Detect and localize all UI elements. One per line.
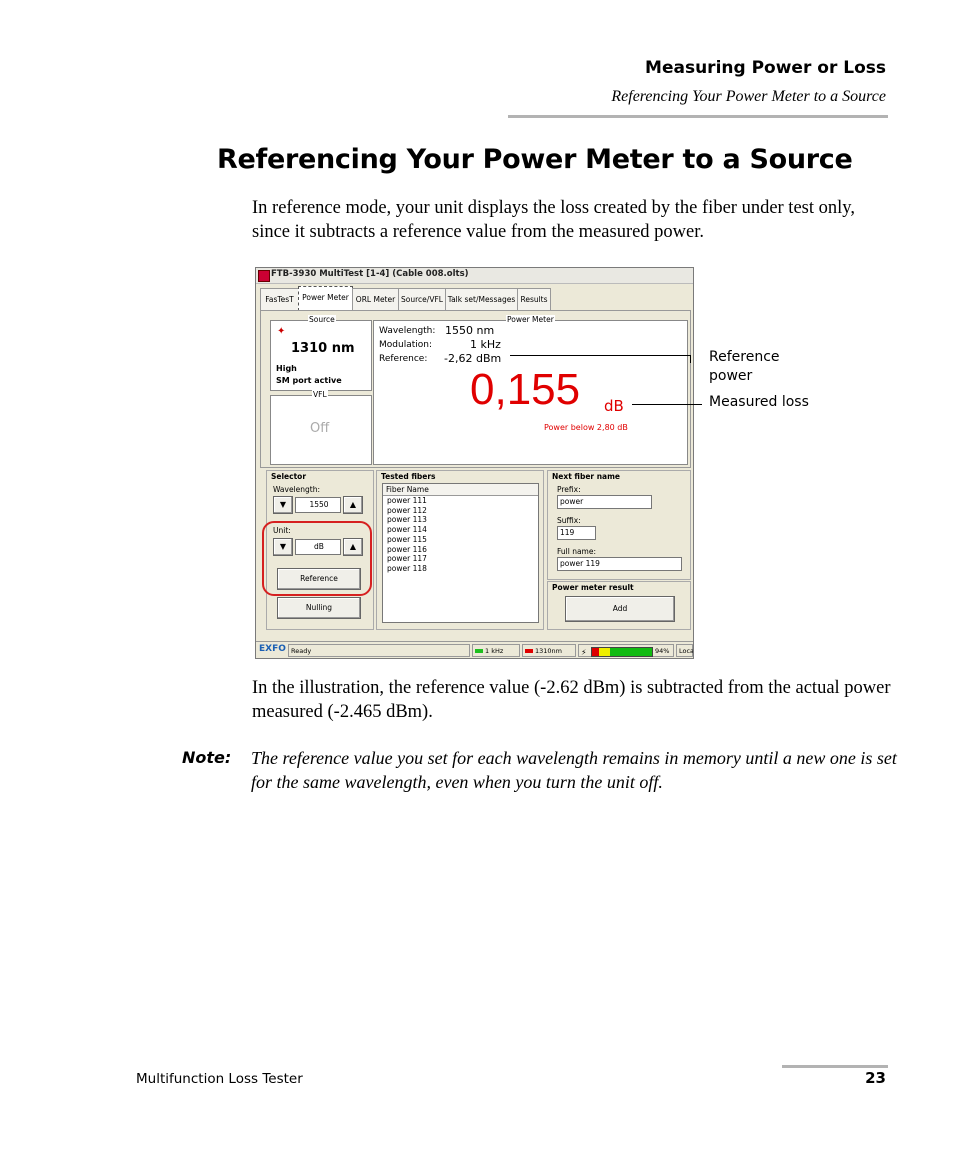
list-item[interactable]: power 112 [383,506,538,516]
app-screenshot: FTB-3930 MultiTest [1-4] (Cable 008.olts… [255,267,694,659]
wavelength-label: Wavelength: [379,326,436,336]
wavelength-down-button[interactable]: ▼ [273,496,293,514]
source-wavelength: 1310 nm [291,341,355,356]
result-label: Power meter result [552,583,634,592]
nulling-button[interactable]: Nulling [277,597,361,619]
source-status: 1310nm (SM) [535,647,562,655]
fiber-list-header[interactable]: Fiber Name [383,484,538,496]
reference-power-callout: Reference power [709,349,780,384]
green-led-icon [475,649,483,653]
status-bar: EXFO Ready 1 kHz (PM) 1310nm (SM) ⚡ 94% … [256,641,693,658]
running-header-subtitle: Referencing Your Power Meter to a Source [611,88,886,105]
prefix-field[interactable]: power [557,495,652,509]
full-name-field[interactable]: power 119 [557,557,682,571]
reference-label: Reference: [379,354,428,364]
status-text: Ready [288,644,470,657]
list-item[interactable]: power 117 [383,554,538,564]
note-text: The reference value you set for each wav… [251,748,897,792]
battery-level: 94% [655,647,670,655]
modulation-indicator: 1 kHz (PM) [472,644,520,657]
laser-icon: ✦ [277,326,286,337]
footer-rule [782,1065,888,1068]
source-port: SM port active [276,376,342,385]
modulation-label: Modulation: [379,340,432,350]
tab-power-meter[interactable]: Power Meter [298,286,353,311]
tab-fastest[interactable]: FasTesT [260,288,299,310]
modulation-status: 1 kHz (PM) [485,647,504,655]
app-titlebar: FTB-3930 MultiTest [1-4] (Cable 008.olts… [256,268,693,284]
list-item[interactable]: power 115 [383,535,538,545]
tab-talk-set[interactable]: Talk set/Messages [445,288,518,310]
note-label: Note: [182,748,232,767]
app-icon [258,270,270,282]
tested-fibers-label: Tested fibers [381,472,436,481]
selector-wavelength-label: Wavelength: [273,485,321,494]
tab-orl-meter[interactable]: ORL Meter [352,288,399,310]
power-status: Power below 2,80 dB [544,423,628,432]
next-fiber-panel: Next fiber name Prefix: power Suffix: 11… [547,470,691,580]
battery-indicator: ⚡ 94% [578,644,674,657]
fiber-list[interactable]: Fiber Name power 111 power 112 power 113… [382,483,539,623]
source-label: Source [308,315,336,324]
source-indicator: 1310nm (SM) [522,644,576,657]
tab-results[interactable]: Results [517,288,551,310]
source-panel: Source ✦ 1310 nm High SM port active [270,315,372,391]
page-heading: Referencing Your Power Meter to a Source [217,144,853,175]
result-panel: Power meter result Add [547,581,691,630]
reference-value: -2,62 dBm [444,352,502,365]
list-item[interactable]: power 114 [383,525,538,535]
wavelength-field[interactable]: 1550 [295,497,341,513]
explanation-paragraph: In the illustration, the reference value… [252,678,891,722]
loss-callout-line [632,404,702,405]
full-name-label: Full name: [557,547,597,556]
prefix-label: Prefix: [557,485,581,494]
list-item[interactable]: power 116 [383,545,538,555]
power-meter-label: Power Meter [506,315,555,324]
page-number: 23 [865,1069,886,1087]
reference-callout-tick [690,355,691,363]
add-button[interactable]: Add [565,596,675,622]
power-meter-panel: Power Meter Wavelength: 1550 nm Modulati… [373,315,688,465]
red-led-icon [525,649,533,653]
suffix-label: Suffix: [557,516,581,525]
local-status: Loca [676,644,693,657]
highlight-ring [262,521,372,596]
vfl-state: Off [310,421,330,436]
plug-icon: ⚡ [581,648,587,657]
app-title: FTB-3930 MultiTest [1-4] (Cable 008.olts… [271,269,469,279]
footer-title: Multifunction Loss Tester [136,1071,303,1087]
vfl-panel: VFL Off [270,390,372,465]
vfl-label: VFL [312,390,328,399]
battery-gauge-icon [591,647,653,657]
suffix-field[interactable]: 119 [557,526,596,540]
selector-label: Selector [271,472,307,481]
wavelength-up-button[interactable]: ▲ [343,496,363,514]
tested-fibers-panel: Tested fibers Fiber Name power 111 power… [376,470,544,630]
intro-paragraph: In reference mode, your unit displays th… [252,198,855,242]
reading-unit: dB [604,397,624,415]
list-item[interactable]: power 113 [383,515,538,525]
power-reading: 0,155 [470,365,581,414]
measured-loss-callout: Measured loss [709,394,809,410]
wavelength-value: 1550 nm [445,324,495,337]
exfo-logo: EXFO [259,644,286,654]
modulation-value: 1 kHz [470,338,501,351]
source-power: High [276,364,297,373]
header-rule [508,115,888,118]
list-item[interactable]: power 111 [383,496,538,506]
reference-callout-line [510,355,690,356]
tab-source-vfl[interactable]: Source/VFL [398,288,446,310]
list-item[interactable]: power 118 [383,564,538,574]
running-header-title: Measuring Power or Loss [645,58,886,78]
next-fiber-label: Next fiber name [552,472,621,481]
